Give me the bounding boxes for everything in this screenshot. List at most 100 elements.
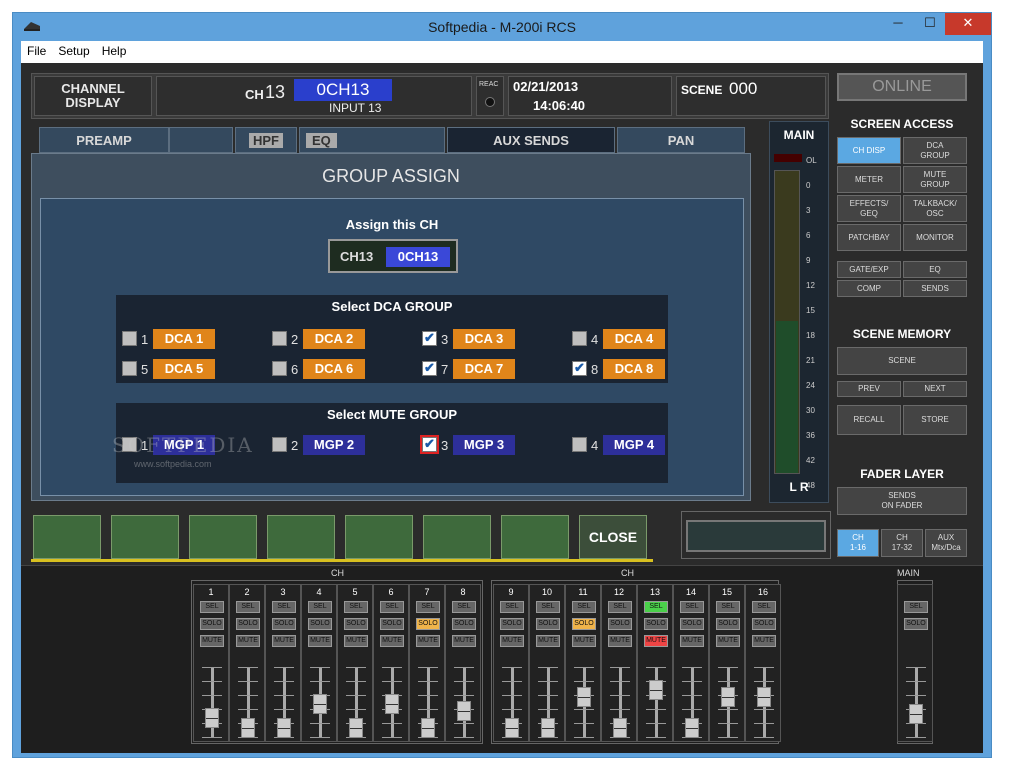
dca-label-8[interactable]: DCA 8 <box>603 359 665 379</box>
dca-group-button[interactable]: DCA GROUP <box>903 137 967 164</box>
mute-button[interactable]: MUTE <box>272 635 296 647</box>
dca-label-6[interactable]: DCA 6 <box>303 359 365 379</box>
dca-checkbox-2[interactable] <box>272 331 287 346</box>
fader-knob[interactable] <box>649 679 663 700</box>
sel-button[interactable]: SEL <box>308 601 332 613</box>
sel-button[interactable]: SEL <box>572 601 596 613</box>
softkey-5[interactable] <box>345 515 413 559</box>
fader-knob[interactable] <box>385 693 399 714</box>
sel-button[interactable]: SEL <box>500 601 524 613</box>
mgp-checkbox-3[interactable] <box>420 435 439 454</box>
title-bar[interactable]: Softpedia - M-200i RCS ─ ☐ ✕ <box>13 13 991 41</box>
tab-pan[interactable]: PAN <box>617 127 745 153</box>
dca-checkbox-7[interactable] <box>422 360 437 376</box>
solo-button[interactable]: SOLO <box>236 618 260 630</box>
sends-button[interactable]: SENDS <box>903 280 967 297</box>
mgp-checkbox-4[interactable] <box>572 437 587 452</box>
mute-button[interactable]: MUTE <box>380 635 404 647</box>
sel-button[interactable]: SEL <box>752 601 776 613</box>
dca-checkbox-5[interactable] <box>122 361 137 376</box>
maximize-button[interactable]: ☐ <box>915 13 945 35</box>
sel-button[interactable]: SEL <box>452 601 476 613</box>
mgp-label-3[interactable]: MGP 3 <box>453 435 515 455</box>
fader-knob[interactable] <box>421 718 435 738</box>
comp-button[interactable]: COMP <box>837 280 901 297</box>
fader-knob[interactable] <box>757 686 771 707</box>
fader-knob[interactable] <box>241 718 255 738</box>
layer-ch-1-16[interactable]: CH 1-16 <box>837 529 879 557</box>
fader-knob[interactable] <box>909 704 923 724</box>
sel-button[interactable]: SEL <box>236 601 260 613</box>
fader-knob[interactable] <box>349 718 363 738</box>
sel-button[interactable]: SEL <box>608 601 632 613</box>
patchbay-button[interactable]: PATCHBAY <box>837 224 901 251</box>
mgp-checkbox-2[interactable] <box>272 437 287 452</box>
dca-checkbox-4[interactable] <box>572 331 587 346</box>
tab-eq[interactable]: EQ <box>299 127 445 153</box>
effects-geq-button[interactable]: EFFECTS/ GEQ <box>837 195 901 222</box>
store-button[interactable]: STORE <box>903 405 967 435</box>
softkey-3[interactable] <box>189 515 257 559</box>
solo-button[interactable]: SOLO <box>752 618 776 630</box>
solo-button[interactable]: SOLO <box>680 618 704 630</box>
softkey-7[interactable] <box>501 515 569 559</box>
sel-button[interactable]: SEL <box>380 601 404 613</box>
sel-button[interactable]: SEL <box>272 601 296 613</box>
dca-checkbox-6[interactable] <box>272 361 287 376</box>
dca-checkbox-1[interactable] <box>122 331 137 346</box>
mute-button[interactable]: MUTE <box>716 635 740 647</box>
mute-button[interactable]: MUTE <box>236 635 260 647</box>
prev-button[interactable]: PREV <box>837 381 901 397</box>
mute-button[interactable]: MUTE <box>452 635 476 647</box>
softkey-6[interactable] <box>423 515 491 559</box>
scene-button[interactable]: SCENE <box>837 347 967 375</box>
fader-knob[interactable] <box>721 686 735 707</box>
softkey-4[interactable] <box>267 515 335 559</box>
solo-button[interactable]: SOLO <box>716 618 740 630</box>
dca-checkbox-3[interactable] <box>422 330 437 346</box>
sel-button[interactable]: SEL <box>644 601 668 613</box>
tab-preamp[interactable]: PREAMP <box>39 127 169 153</box>
tab-aux-sends[interactable]: AUX SENDS <box>447 127 615 153</box>
solo-button[interactable]: SOLO <box>452 618 476 630</box>
softkey-2[interactable] <box>111 515 179 559</box>
gate-exp-button[interactable]: GATE/EXP <box>837 261 901 278</box>
solo-button[interactable]: SOLO <box>572 618 596 630</box>
mute-button[interactable]: MUTE <box>608 635 632 647</box>
mute-button[interactable]: MUTE <box>536 635 560 647</box>
mute-button[interactable]: MUTE <box>416 635 440 647</box>
sel-button[interactable]: SEL <box>344 601 368 613</box>
layer-ch-17-32[interactable]: CH 17-32 <box>881 529 923 557</box>
fader-knob[interactable] <box>685 718 699 738</box>
menu-file[interactable]: File <box>21 41 52 61</box>
solo-button[interactable]: SOLO <box>380 618 404 630</box>
fader-knob[interactable] <box>313 693 327 714</box>
softkey-1[interactable] <box>33 515 101 559</box>
solo-button[interactable]: SOLO <box>500 618 524 630</box>
mute-button[interactable]: MUTE <box>200 635 224 647</box>
dca-checkbox-8[interactable] <box>572 360 587 376</box>
dca-label-1[interactable]: DCA 1 <box>153 329 215 349</box>
menu-help[interactable]: Help <box>96 41 133 61</box>
sel-button[interactable]: SEL <box>904 601 928 613</box>
solo-button[interactable]: SOLO <box>644 618 668 630</box>
dca-label-2[interactable]: DCA 2 <box>303 329 365 349</box>
sel-button[interactable]: SEL <box>536 601 560 613</box>
solo-button[interactable]: SOLO <box>200 618 224 630</box>
solo-button[interactable]: SOLO <box>344 618 368 630</box>
mute-button[interactable]: MUTE <box>644 635 668 647</box>
fader-knob[interactable] <box>205 707 219 728</box>
solo-button[interactable]: SOLO <box>904 618 928 630</box>
meter-button[interactable]: METER <box>837 166 901 193</box>
close-button[interactable]: CLOSE <box>579 515 647 559</box>
close-window-button[interactable]: ✕ <box>945 13 991 35</box>
solo-button[interactable]: SOLO <box>608 618 632 630</box>
minimize-button[interactable]: ─ <box>883 13 913 35</box>
sel-button[interactable]: SEL <box>680 601 704 613</box>
online-button[interactable]: ONLINE <box>837 73 967 101</box>
mgp-label-2[interactable]: MGP 2 <box>303 435 365 455</box>
fader-knob[interactable] <box>541 718 555 738</box>
mute-button[interactable]: MUTE <box>752 635 776 647</box>
tab-hpf[interactable]: HPF <box>235 127 297 153</box>
sel-button[interactable]: SEL <box>416 601 440 613</box>
